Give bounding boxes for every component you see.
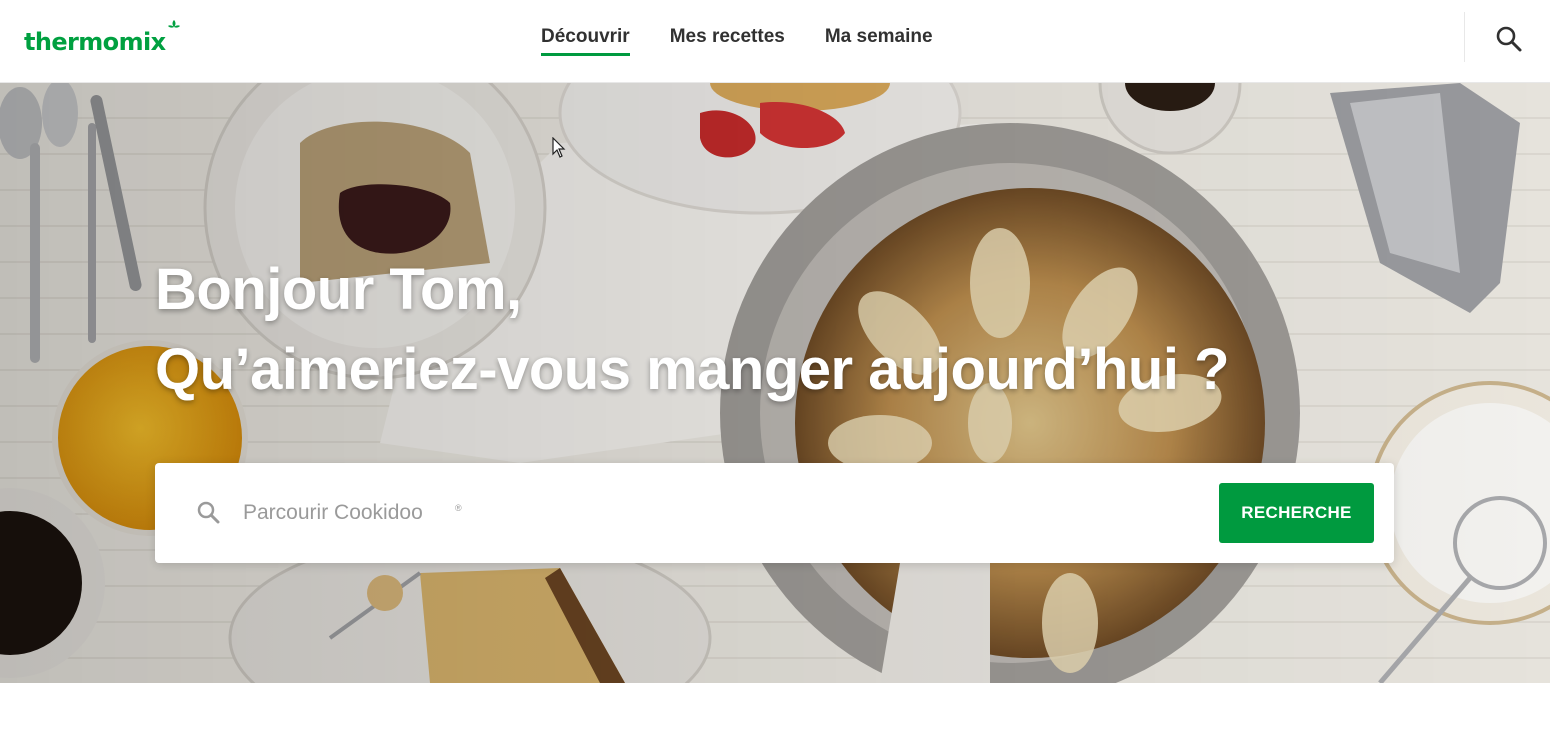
hero-banner: Bonjour Tom, Qu’aimeriez-vous manger auj… xyxy=(0,83,1550,683)
recipe-search-bar: ® RECHERCHE xyxy=(155,463,1394,563)
leaf-icon xyxy=(168,20,180,28)
registered-mark: ® xyxy=(455,503,462,513)
nav-item-decouvrir[interactable]: Découvrir xyxy=(541,26,630,56)
main-nav: Découvrir Mes recettes Ma semaine xyxy=(541,26,933,56)
search-icon xyxy=(197,501,220,524)
search-button[interactable]: RECHERCHE xyxy=(1219,483,1374,543)
greeting-line-2: Qu’aimeriez-vous manger aujourd’hui ? xyxy=(155,337,1230,402)
hero-greeting: Bonjour Tom, Qu’aimeriez-vous manger auj… xyxy=(155,250,1230,410)
header-divider xyxy=(1464,12,1465,62)
greeting-line-1: Bonjour Tom, xyxy=(155,257,522,322)
top-header: thermomix Découvrir Mes recettes Ma sema… xyxy=(0,0,1550,83)
mouse-cursor-icon xyxy=(552,137,566,158)
nav-item-mes-recettes[interactable]: Mes recettes xyxy=(670,26,785,56)
nav-item-ma-semaine[interactable]: Ma semaine xyxy=(825,26,933,56)
search-icon[interactable] xyxy=(1492,22,1526,56)
search-input[interactable] xyxy=(243,495,1123,531)
thermomix-logo[interactable]: thermomix xyxy=(24,20,180,56)
logo-text: thermomix xyxy=(24,28,166,56)
